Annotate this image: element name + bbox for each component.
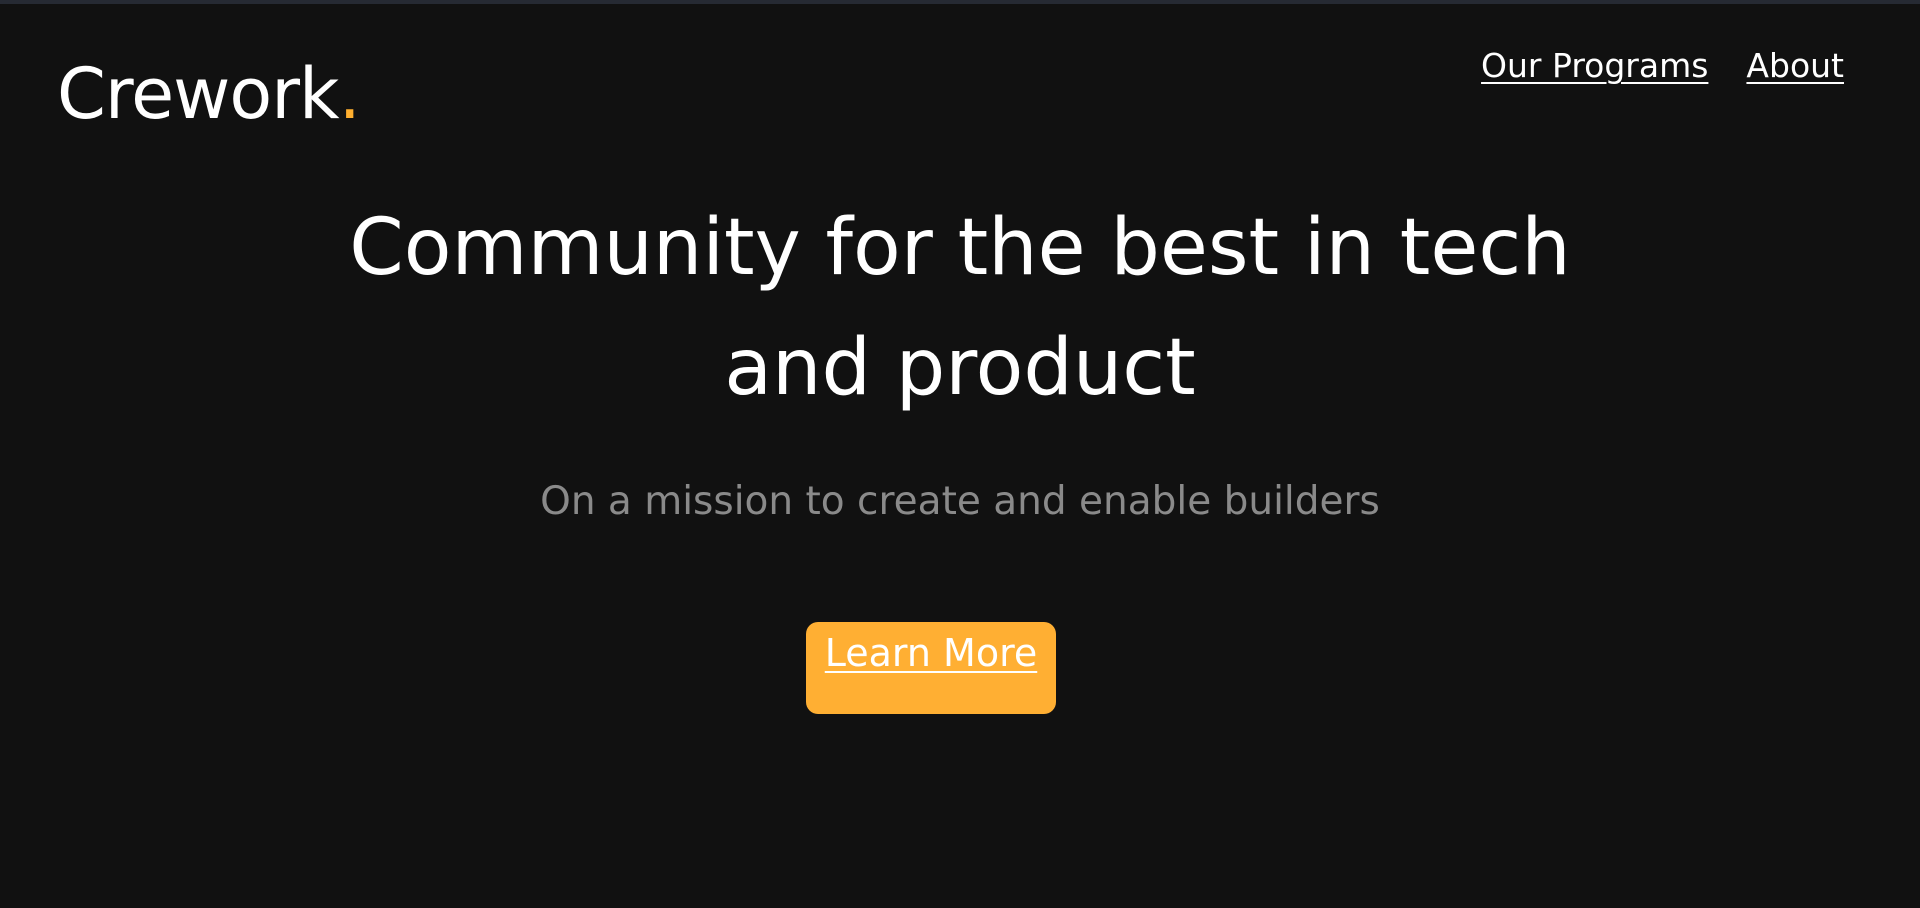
hero-title: Community for the best in tech and produ… (0, 188, 1920, 428)
nav-link-about[interactable]: About (1746, 44, 1844, 88)
hero-title-line-2: and product (724, 323, 1196, 413)
hero-subtitle: On a mission to create and enable builde… (540, 479, 1380, 524)
nav-link-our-programs[interactable]: Our Programs (1481, 44, 1708, 88)
logo-text: Crework (57, 53, 340, 135)
learn-more-button[interactable]: Learn More (806, 622, 1056, 714)
page: Crework. Our Programs About Community fo… (0, 0, 1920, 908)
logo[interactable]: Crework. (57, 50, 361, 138)
top-nav: Our Programs About (1481, 44, 1844, 88)
top-border (0, 0, 1920, 4)
hero-title-line-1: Community for the best in tech (349, 203, 1571, 293)
learn-more-label: Learn More (824, 631, 1038, 675)
logo-dot: . (338, 53, 361, 135)
